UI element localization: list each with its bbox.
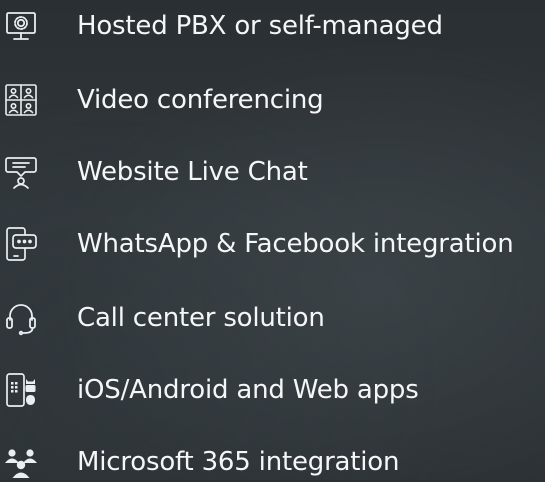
headset-icon xyxy=(3,300,39,336)
feature-label: Video conferencing xyxy=(77,85,324,115)
feature-label: Microsoft 365 integration xyxy=(77,447,400,477)
video-grid-icon xyxy=(3,82,39,118)
feature-item-call-center: Call center solution xyxy=(0,298,545,338)
feature-item-video-conferencing: Video conferencing xyxy=(0,80,545,120)
mobile-apps-icon xyxy=(3,372,39,408)
feature-label: iOS/Android and Web apps xyxy=(77,375,419,405)
feature-item-live-chat: Website Live Chat xyxy=(0,152,545,192)
phone-chat-icon xyxy=(3,226,39,262)
feature-label: Call center solution xyxy=(77,303,325,333)
feature-label: WhatsApp & Facebook integration xyxy=(77,229,514,259)
chat-agent-icon xyxy=(3,154,39,190)
feature-item-hosted-pbx: Hosted PBX or self-managed xyxy=(0,6,545,46)
feature-item-whatsapp-facebook: WhatsApp & Facebook integration xyxy=(0,224,545,264)
feature-list: Hosted PBX or self-managed Video confere… xyxy=(0,0,545,480)
feature-label: Hosted PBX or self-managed xyxy=(77,11,443,41)
feature-item-mobile-apps: iOS/Android and Web apps xyxy=(0,370,545,410)
feature-label: Website Live Chat xyxy=(77,157,308,187)
feature-item-microsoft-365: Microsoft 365 integration xyxy=(0,442,545,482)
monitor-gear-icon xyxy=(3,8,39,44)
team-icon xyxy=(3,444,39,480)
